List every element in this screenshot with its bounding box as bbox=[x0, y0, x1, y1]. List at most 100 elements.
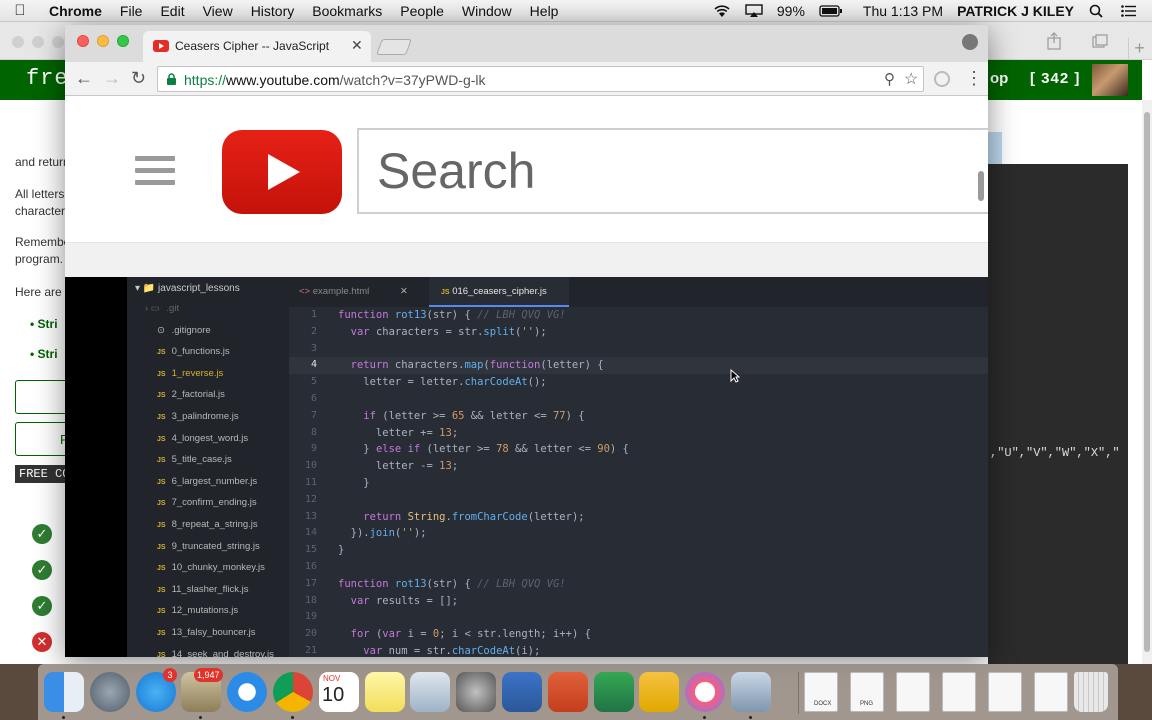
tab-close-icon[interactable]: ✕ bbox=[351, 37, 363, 54]
menu-app-name[interactable]: Chrome bbox=[40, 3, 111, 19]
code-line: for (var i = 0; i < str.length; i++) { bbox=[350, 628, 591, 641]
menu-window[interactable]: Window bbox=[453, 3, 521, 19]
clock[interactable]: Thu 1:13 PM bbox=[863, 3, 943, 19]
word-icon[interactable] bbox=[502, 672, 542, 712]
line-number: 10 bbox=[304, 460, 317, 472]
url-text[interactable]: https://www.youtube.com/watch?v=37yPWD-g… bbox=[184, 72, 486, 88]
resource-link[interactable]: • Stri bbox=[30, 347, 58, 361]
page-scrollbar[interactable] bbox=[1142, 100, 1152, 664]
youtube-header bbox=[65, 96, 988, 243]
document-file-icon[interactable]: DOCX bbox=[804, 672, 838, 712]
bg-minimize-button[interactable] bbox=[32, 36, 44, 48]
code-editor-panel[interactable]: ,"U","V","W","X"," bbox=[988, 164, 1128, 664]
test-pass-icon: ✓ bbox=[32, 524, 52, 544]
project-root: ▾ 📁 javascript_lessons bbox=[135, 283, 240, 294]
forward-arrow-icon[interactable]: → bbox=[103, 68, 121, 89]
file-name: .git bbox=[166, 303, 180, 314]
wifi-icon[interactable] bbox=[713, 4, 731, 18]
menu-file[interactable]: File bbox=[111, 3, 152, 19]
js-file-icon: JS bbox=[157, 349, 166, 357]
hamburger-menu-icon[interactable] bbox=[135, 156, 175, 186]
battery-icon[interactable] bbox=[819, 4, 843, 18]
new-tab-plus-icon[interactable]: + bbox=[1128, 38, 1150, 60]
user-name[interactable]: PATRICK J KILEY bbox=[957, 3, 1074, 19]
trash-icon[interactable] bbox=[1074, 672, 1108, 712]
scrollbar-thumb[interactable] bbox=[1144, 112, 1150, 652]
document-file-icon[interactable] bbox=[1034, 672, 1068, 712]
youtube-search-box[interactable] bbox=[357, 128, 988, 214]
window-zoom-button[interactable] bbox=[117, 35, 129, 47]
file-type-label: PNG bbox=[860, 701, 874, 707]
tabs-overview-icon[interactable] bbox=[1092, 34, 1108, 48]
menu-people[interactable]: People bbox=[391, 3, 453, 19]
menu-edit[interactable]: Edit bbox=[151, 3, 193, 19]
code-line: } else if (letter >= 78 && letter <= 90)… bbox=[338, 443, 629, 456]
itunes-icon[interactable] bbox=[685, 672, 726, 712]
bg-close-button[interactable] bbox=[12, 36, 24, 48]
powerpoint-icon[interactable] bbox=[547, 672, 588, 712]
onenote-icon[interactable] bbox=[639, 672, 680, 712]
nav-points[interactable]: [ 342 ] bbox=[1030, 70, 1080, 87]
airplay-icon[interactable] bbox=[745, 4, 763, 18]
window-minimize-button[interactable] bbox=[97, 35, 109, 47]
chrome-menu-icon[interactable]: ⋮ bbox=[965, 68, 983, 89]
file-name: 14_seek_and_destroy.js bbox=[171, 648, 274, 657]
line-number: 17 bbox=[304, 577, 317, 589]
system-preferences-icon[interactable] bbox=[456, 672, 497, 712]
menu-bookmarks[interactable]: Bookmarks bbox=[303, 3, 391, 19]
file-tree-item: › ▭ .git bbox=[145, 303, 179, 314]
menu-history[interactable]: History bbox=[242, 3, 304, 19]
resource-link[interactable]: • Stri bbox=[30, 317, 58, 331]
battery-percent: 99% bbox=[776, 3, 805, 19]
notification-center-icon[interactable] bbox=[1120, 4, 1138, 18]
preview-icon[interactable] bbox=[410, 672, 451, 712]
extension-icon[interactable] bbox=[934, 71, 950, 87]
document-file-icon[interactable] bbox=[942, 672, 976, 712]
challenge-text-line: Here are s bbox=[15, 285, 72, 299]
js-file-icon: JS bbox=[157, 478, 166, 486]
profile-icon[interactable] bbox=[962, 34, 978, 50]
resource-link-label[interactable]: Stri bbox=[38, 317, 58, 331]
back-arrow-icon[interactable]: ← bbox=[75, 68, 93, 89]
resource-link-label[interactable]: Stri bbox=[38, 347, 58, 361]
menu-view[interactable]: View bbox=[194, 3, 242, 19]
zoom-icon[interactable]: ⚲ bbox=[884, 70, 895, 88]
avatar[interactable] bbox=[1092, 64, 1128, 96]
running-indicator bbox=[62, 716, 65, 719]
image-capture-icon[interactable] bbox=[731, 672, 771, 712]
file-name: 9_truncated_string.js bbox=[171, 540, 260, 552]
document-file-icon[interactable] bbox=[988, 672, 1022, 712]
safari-icon[interactable] bbox=[227, 672, 268, 712]
menu-help[interactable]: Help bbox=[521, 3, 568, 19]
address-bar[interactable]: https://www.youtube.com/watch?v=37yPWD-g… bbox=[157, 66, 924, 92]
bookmark-star-icon[interactable]: ☆ bbox=[904, 69, 918, 89]
youtube-browser-window: Ceasers Cipher -- JavaScript ✕ ← → ↻ htt… bbox=[65, 25, 988, 657]
finder-icon[interactable] bbox=[44, 672, 84, 712]
spotlight-search-icon[interactable] bbox=[1088, 4, 1106, 18]
page-scrollbar-thumb[interactable] bbox=[978, 171, 984, 201]
js-file-icon: JS bbox=[157, 543, 166, 551]
reload-icon[interactable]: ↻ bbox=[131, 68, 146, 89]
apple-menu-icon[interactable]:  bbox=[0, 2, 40, 19]
js-file-icon: JS bbox=[157, 500, 166, 508]
chrome-icon[interactable] bbox=[273, 672, 313, 712]
launchpad-icon[interactable] bbox=[89, 672, 130, 712]
active-tab[interactable]: Ceasers Cipher -- JavaScript ✕ bbox=[143, 31, 371, 62]
code-line: } bbox=[338, 477, 370, 489]
share-icon[interactable] bbox=[1046, 32, 1062, 50]
new-tab-button[interactable] bbox=[376, 39, 412, 55]
png-file-icon[interactable]: PNG bbox=[850, 672, 884, 712]
line-number: 1 bbox=[310, 309, 317, 320]
search-input[interactable] bbox=[359, 130, 988, 212]
line-number: 14 bbox=[304, 527, 317, 539]
document-file-icon[interactable] bbox=[896, 672, 930, 712]
youtube-logo[interactable] bbox=[222, 130, 342, 214]
video-player[interactable]: ▾ 📁 javascript_lessons › ▭ .git ⊙ .gitign… bbox=[65, 277, 988, 657]
editor-code-area: <> example.html ✕ JS 016_ceasers_cipher.… bbox=[289, 277, 988, 657]
excel-icon[interactable] bbox=[593, 672, 634, 712]
file-name: 10_chunky_monkey.js bbox=[171, 562, 265, 574]
window-close-button[interactable] bbox=[77, 35, 89, 47]
notes-icon[interactable] bbox=[364, 672, 405, 712]
nav-shop-link[interactable]: op bbox=[990, 70, 1008, 87]
bg-zoom-button[interactable] bbox=[52, 36, 64, 48]
